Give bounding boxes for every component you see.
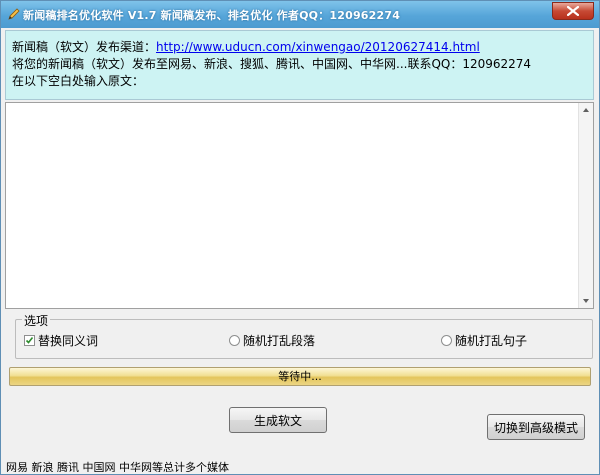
shuffle-sentences-label: 随机打乱句子 bbox=[455, 334, 528, 348]
synonym-checkbox[interactable] bbox=[24, 335, 35, 346]
info-panel: 新闻稿（软文）发布渠道：http://www.uducn.com/xinweng… bbox=[5, 30, 594, 100]
close-button[interactable] bbox=[552, 2, 594, 20]
shuffle-paragraphs-radio[interactable] bbox=[229, 335, 240, 346]
source-text-box bbox=[5, 102, 594, 309]
status-progress-bar: 等待中... bbox=[9, 367, 591, 386]
shuffle-paragraphs-label: 随机打乱段落 bbox=[243, 334, 316, 348]
publish-line: 将您的新闻稿（软文）发布至网易、新浪、搜狐、腾讯、中国网、中华网...联系QQ：… bbox=[12, 57, 532, 71]
pencil-icon bbox=[8, 8, 20, 20]
vertical-scrollbar[interactable] bbox=[578, 103, 593, 308]
shuffle-paragraphs-option[interactable]: 随机打乱段落 bbox=[229, 332, 315, 349]
advanced-mode-button[interactable]: 切换到高级模式 bbox=[487, 414, 585, 440]
options-legend: 选项 bbox=[22, 312, 51, 329]
scroll-up-arrow-icon[interactable] bbox=[579, 103, 593, 117]
source-text-input[interactable] bbox=[6, 103, 578, 308]
options-group: 选项 替换同义词 随机打乱段落 随机打乱句子 bbox=[15, 312, 593, 359]
input-hint: 在以下空白处输入原文： bbox=[12, 74, 145, 88]
footer-link-text[interactable]: 网易 新浪 腾讯 中国网 中华网等总计多个媒体 bbox=[6, 461, 229, 472]
synonym-label: 替换同义词 bbox=[38, 334, 99, 348]
app-window: 新闻稿排名优化软件 V1.7 新闻稿发布、排名优化 作者QQ：120962274… bbox=[0, 0, 600, 475]
generate-button[interactable]: 生成软文 bbox=[229, 407, 327, 433]
close-icon bbox=[567, 6, 579, 16]
scroll-down-arrow-icon[interactable] bbox=[579, 294, 593, 308]
shuffle-sentences-option[interactable]: 随机打乱句子 bbox=[441, 332, 527, 349]
window-title: 新闻稿排名优化软件 V1.7 新闻稿发布、排名优化 作者QQ：120962274 bbox=[23, 9, 401, 22]
shuffle-sentences-radio[interactable] bbox=[441, 335, 452, 346]
channel-label: 新闻稿（软文）发布渠道： bbox=[12, 40, 157, 54]
check-icon bbox=[25, 337, 34, 344]
channel-link[interactable]: http://www.uducn.com/xinwengao/201206274… bbox=[156, 40, 480, 54]
channel-line: 新闻稿（软文）发布渠道：http://www.uducn.com/xinweng… bbox=[12, 39, 593, 56]
status-text: 等待中... bbox=[278, 370, 322, 383]
title-bar[interactable]: 新闻稿排名优化软件 V1.7 新闻稿发布、排名优化 作者QQ：120962274 bbox=[1, 1, 599, 28]
footer-links: 网易 新浪 腾讯 中国网 中华网等总计多个媒体 bbox=[6, 458, 596, 472]
synonym-option[interactable]: 替换同义词 bbox=[24, 332, 98, 349]
